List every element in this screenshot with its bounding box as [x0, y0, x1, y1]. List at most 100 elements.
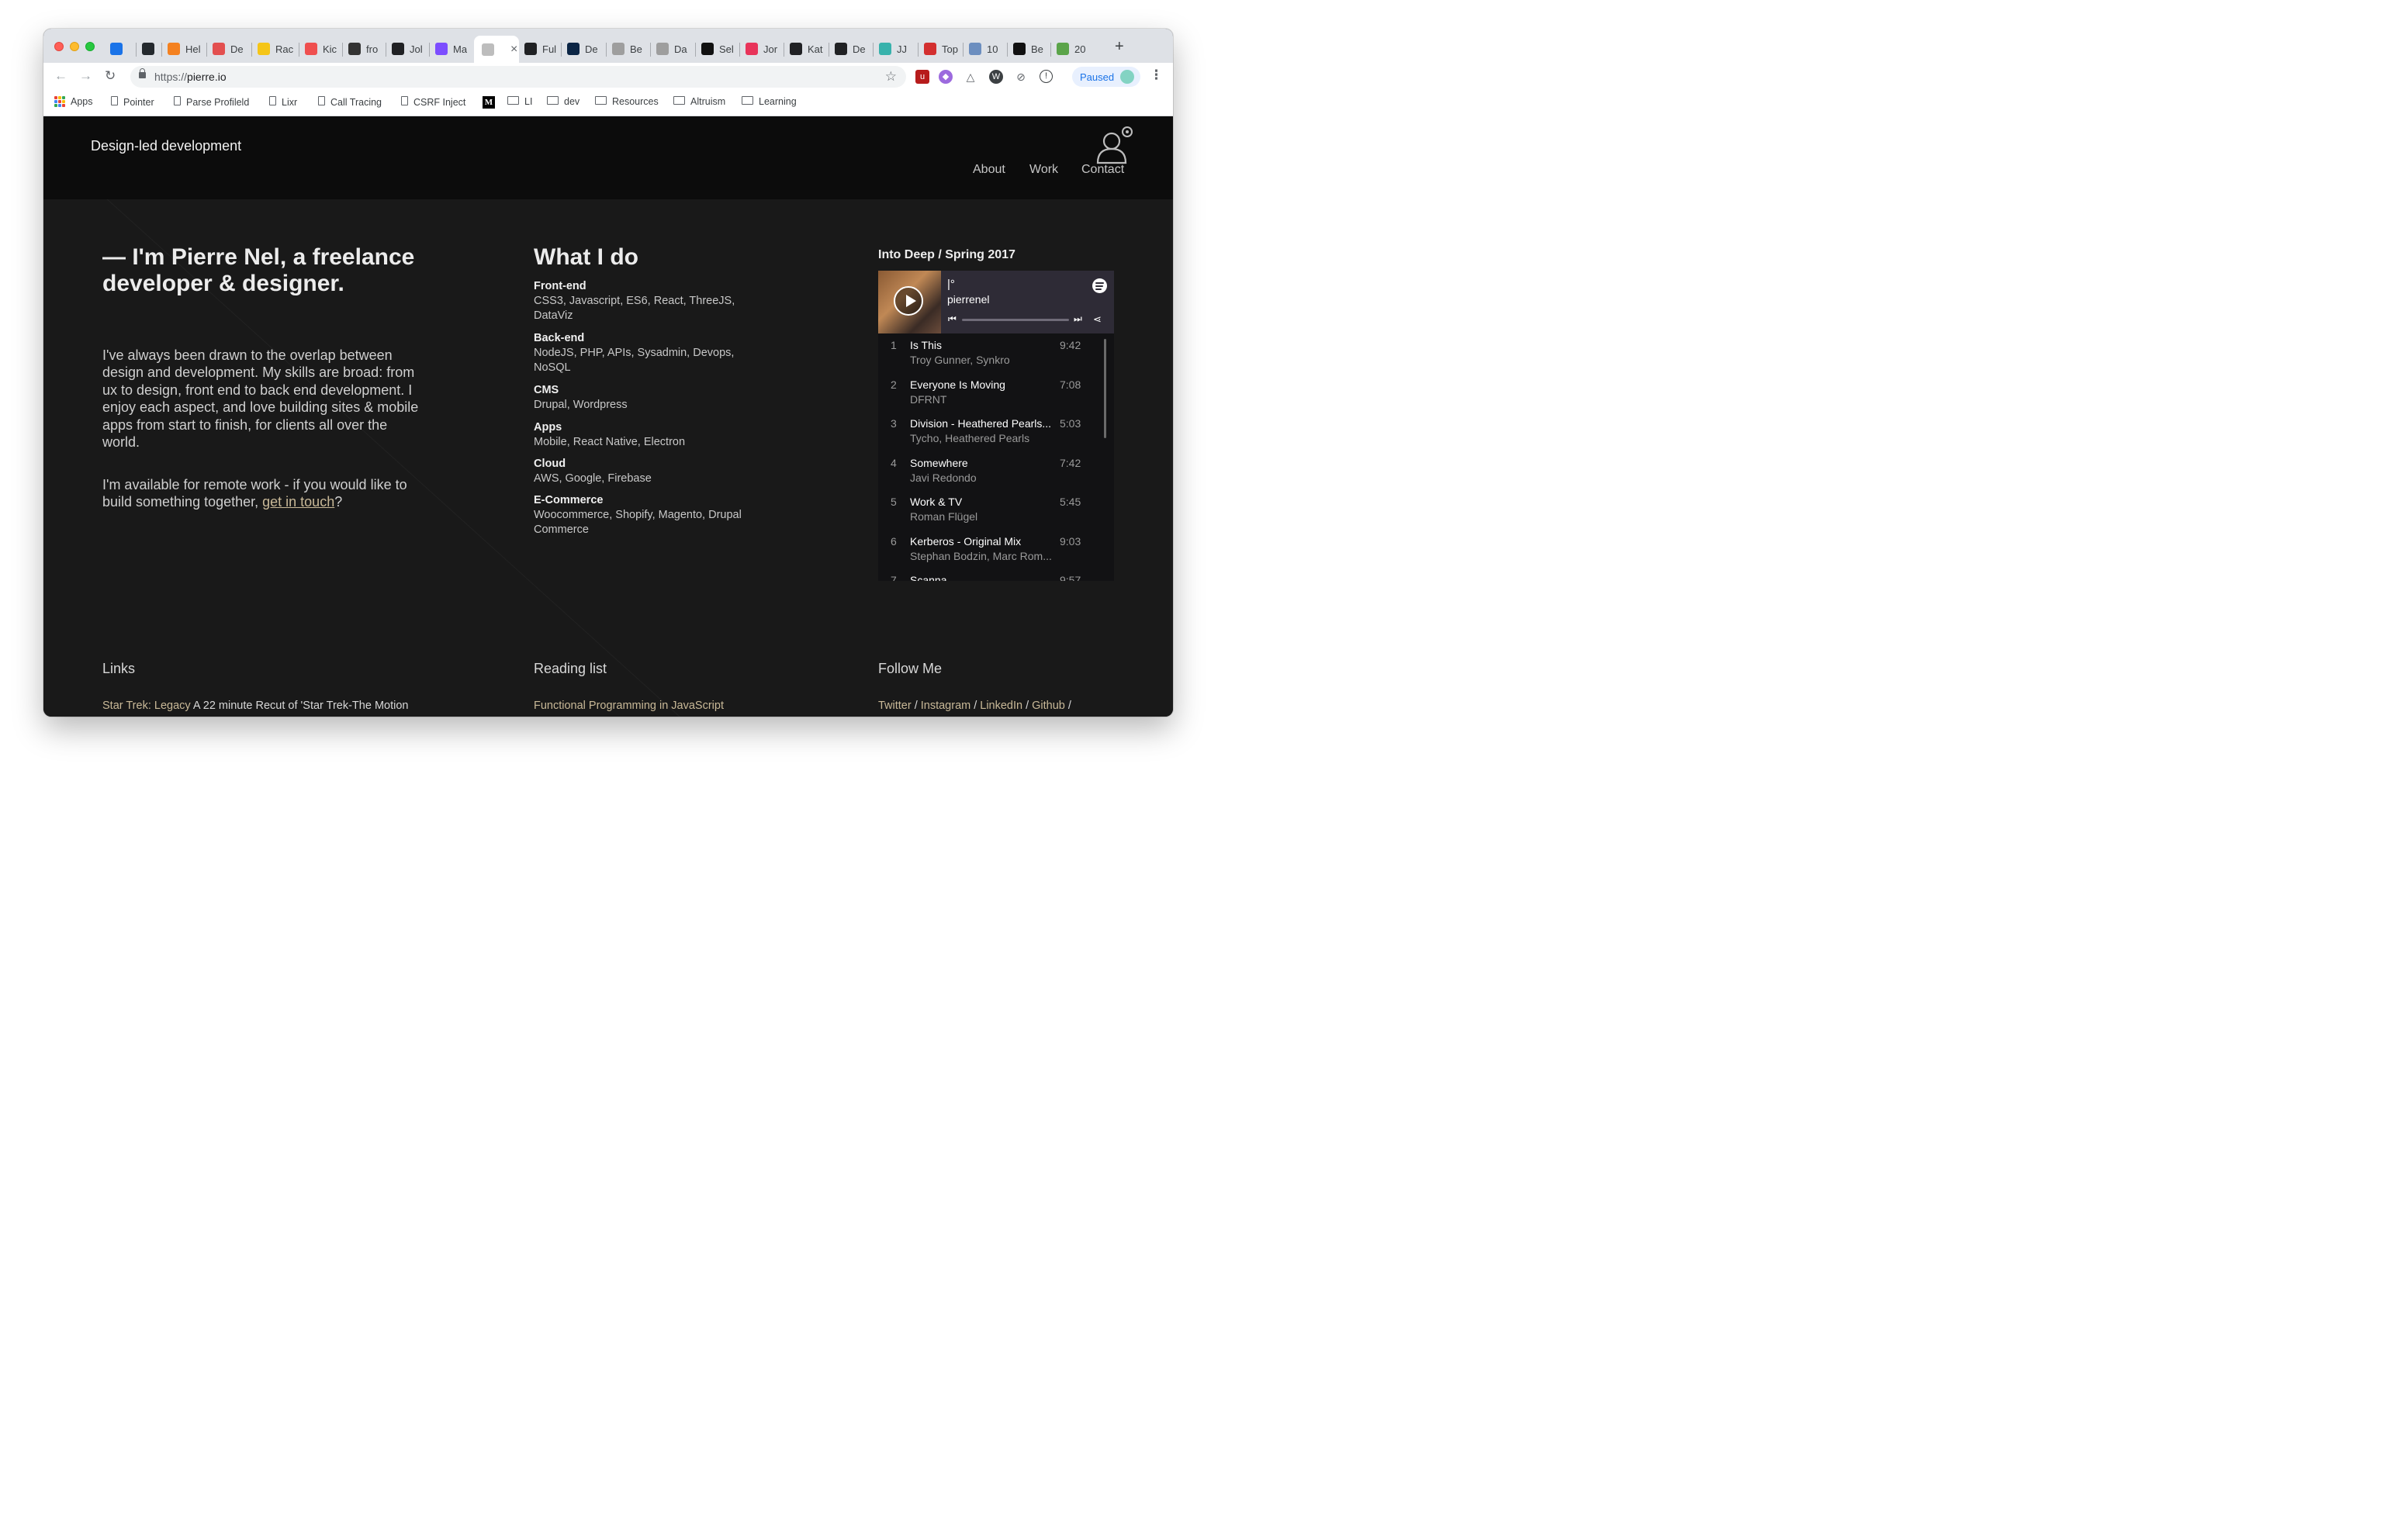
folder-icon [673, 96, 685, 107]
account-icon[interactable] [1093, 124, 1135, 166]
color-extension-icon[interactable]: ◆ [939, 70, 953, 84]
address-bar[interactable]: https://pierre.io ☆ [130, 66, 906, 88]
tab-12[interactable]: De [567, 38, 598, 60]
track-row[interactable]: 4 Somewhere Javi Redondo 7:42 [878, 451, 1103, 490]
tab-22[interactable]: Be [1013, 38, 1043, 60]
track-row[interactable]: 7 Scanna 9:57 [878, 568, 1103, 581]
share-icon[interactable]: ⋖ [1093, 313, 1102, 326]
skill-block: E-Commerce Woocommerce, Shopify, Magento,… [534, 493, 766, 537]
track-row[interactable]: 5 Work & TV Roman Flügel 5:45 [878, 490, 1103, 529]
skill-detail: AWS, Google, Firebase [534, 472, 652, 485]
track-artist: Roman Flügel [910, 510, 978, 523]
track-number: 4 [891, 456, 897, 469]
skill-detail: Mobile, React Native, Electron [534, 436, 686, 448]
previous-track-icon[interactable]: ⏮ [948, 313, 957, 325]
tab-2[interactable] [142, 38, 160, 60]
track-artist: Stephan Bodzin, Marc Rom... [910, 549, 1052, 562]
bookmark-pointer[interactable]: Pointer [111, 96, 154, 108]
tab-6[interactable]: Kic [305, 38, 337, 60]
follow-link-twitter[interactable]: Twitter [878, 700, 912, 712]
bookmark-learning[interactable]: Learning [742, 96, 797, 107]
follow-link-linkedin[interactable]: LinkedIn [980, 700, 1022, 712]
bookmark-medium[interactable]: M [483, 96, 500, 109]
tab-separator [606, 43, 607, 57]
bookmark-altruism[interactable]: Altruism [673, 96, 725, 107]
follow-separator: / [914, 700, 918, 712]
forward-icon[interactable]: → [79, 68, 92, 84]
tab-19[interactable]: JJ [879, 38, 907, 60]
links-item-link[interactable]: Star Trek: Legacy [102, 700, 191, 712]
blocker-extension-icon[interactable]: ⊘ [1014, 70, 1028, 84]
intro-paragraph: I've always been drawn to the overlap be… [102, 347, 419, 451]
wappalyzer-extension-icon[interactable]: W [989, 70, 1003, 84]
reload-icon[interactable]: ↻ [105, 68, 116, 84]
tab-23[interactable]: 20 [1057, 38, 1085, 60]
bookmark-lixr[interactable]: Lixr [269, 96, 297, 108]
new-tab-button[interactable]: + [1115, 38, 1124, 56]
follow-link-instagram[interactable]: Instagram [921, 700, 970, 712]
close-window-button[interactable] [54, 42, 64, 51]
minimize-window-button[interactable] [70, 42, 79, 51]
track-row[interactable]: 3 Division - Heathered Pearls... Tycho, He… [878, 412, 1103, 451]
bookmark-star-icon[interactable]: ☆ [885, 69, 897, 85]
profile-button[interactable]: Paused [1072, 67, 1140, 87]
tab-separator [650, 43, 651, 57]
play-button[interactable] [894, 286, 923, 316]
tab-16[interactable]: Jor [746, 38, 777, 60]
tab-10[interactable]: × [474, 36, 519, 63]
bookmarks-bar: Apps Pointer Parse Profileld Lixr Call Traci… [43, 91, 1173, 116]
nav-contact[interactable]: Contact [1081, 163, 1124, 177]
bookmark-parse-profileld[interactable]: Parse Profileld [174, 96, 249, 108]
tab-21[interactable]: 10 [969, 38, 998, 60]
url-text[interactable]: https://pierre.io [154, 71, 227, 83]
track-row[interactable]: 1 Is This Troy Gunner, Synkro 9:42 [878, 333, 1103, 372]
bookmark-li[interactable]: LI [507, 96, 532, 107]
triangle-extension-icon[interactable]: △ [964, 70, 977, 84]
zoom-window-button[interactable] [85, 42, 95, 51]
bookmark-resources[interactable]: Resources [595, 96, 659, 107]
progress-bar[interactable] [962, 319, 1069, 321]
follow-link-github[interactable]: Github [1032, 700, 1065, 712]
nav-work[interactable]: Work [1029, 163, 1058, 177]
bookmark-apps[interactable]: Apps [54, 96, 93, 107]
tab-3[interactable]: Hel [168, 38, 201, 60]
tab-label: Be [1031, 43, 1043, 55]
bookmark-call-tracing[interactable]: Call Tracing [318, 96, 382, 108]
reading-list-item[interactable]: Functional Programming in JavaScript [534, 700, 724, 712]
nav-about[interactable]: About [973, 163, 1005, 177]
tab-favicon-icon [567, 43, 580, 55]
tab-1[interactable] [110, 38, 128, 60]
info-extension-icon[interactable]: ! [1040, 70, 1053, 83]
tab-8[interactable]: Jol [392, 38, 423, 60]
skill-block: CMS Drupal, Wordpress [534, 383, 766, 413]
tab-14[interactable]: Da [656, 38, 687, 60]
tab-favicon-icon [969, 43, 981, 55]
bookmark-dev[interactable]: dev [547, 96, 580, 107]
get-in-touch-link[interactable]: get in touch [262, 494, 334, 510]
tab-7[interactable]: fro [348, 38, 378, 60]
spotify-icon[interactable] [1092, 278, 1107, 293]
more-menu-icon[interactable]: ⋮ [1150, 67, 1163, 83]
tab-18[interactable]: De [835, 38, 866, 60]
track-row[interactable]: 6 Kerberos - Original Mix Stephan Bodzin, … [878, 530, 1103, 568]
site-brand[interactable]: Design-led development [91, 138, 241, 154]
next-track-icon[interactable]: ⏭ [1074, 313, 1082, 325]
tab-15[interactable]: Sel [701, 38, 734, 60]
playlist-user[interactable]: pierrenel [947, 293, 989, 306]
track-duration: 9:42 [1060, 339, 1081, 351]
close-tab-icon[interactable]: × [510, 43, 517, 57]
tab-favicon-icon [213, 43, 225, 55]
back-icon[interactable]: ← [54, 68, 67, 84]
tab-11[interactable]: Ful [524, 38, 556, 60]
tab-separator [342, 43, 343, 57]
ublock-extension-icon[interactable]: u [915, 70, 929, 84]
tab-9[interactable]: Ma [435, 38, 467, 60]
tab-5[interactable]: Rac [258, 38, 293, 60]
tab-20[interactable]: Top [924, 38, 958, 60]
track-row[interactable]: 2 Everyone Is Moving DFRNT 7:08 [878, 373, 1103, 412]
tab-13[interactable]: Be [612, 38, 642, 60]
tab-17[interactable]: Kat [790, 38, 823, 60]
track-list-scrollbar[interactable] [1104, 339, 1106, 438]
bookmark-csrf-inject[interactable]: CSRF Inject [401, 96, 465, 108]
tab-4[interactable]: De [213, 38, 244, 60]
